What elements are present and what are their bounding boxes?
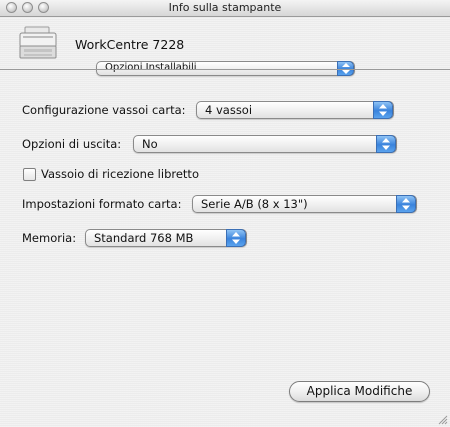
output-popup[interactable]: No (133, 135, 397, 153)
memory-popup[interactable]: Standard 768 MB (85, 229, 247, 247)
output-popup-value: No (142, 137, 158, 151)
memory-popup-value: Standard 768 MB (94, 231, 194, 245)
memory-label: Memoria: (22, 231, 77, 245)
trays-label: Configurazione vassoi carta: (22, 103, 186, 117)
resize-grip-icon[interactable] (437, 414, 448, 425)
header-separator (0, 69, 450, 70)
paper-size-label: Impostazioni formato carta: (22, 197, 182, 211)
apply-changes-button[interactable]: Applica Modifiche (289, 381, 430, 402)
printer-model-name: WorkCentre 7228 (75, 37, 185, 52)
popup-arrows-icon (376, 135, 396, 153)
popup-arrows-icon (396, 195, 416, 213)
paper-size-popup-value: Serie A/B (8 x 13") (201, 197, 308, 211)
output-label: Opzioni di uscita: (22, 137, 122, 151)
popup-arrows-icon (373, 101, 393, 119)
section-popup-value: Opzioni Installabili (105, 62, 197, 73)
trays-popup-value: 4 vassoi (205, 103, 253, 117)
trays-popup[interactable]: 4 vassoi (196, 101, 394, 119)
window-title: Info sulla stampante (168, 1, 282, 14)
paper-size-popup[interactable]: Serie A/B (8 x 13") (192, 195, 417, 213)
booklet-tray-label[interactable]: Vassoio di ricezione libretto (41, 167, 199, 181)
popup-arrows-icon (226, 229, 246, 247)
window-titlebar[interactable]: Info sulla stampante (0, 0, 450, 17)
booklet-tray-checkbox[interactable] (23, 168, 36, 181)
window-content (0, 17, 450, 427)
printer-icon (19, 26, 57, 59)
